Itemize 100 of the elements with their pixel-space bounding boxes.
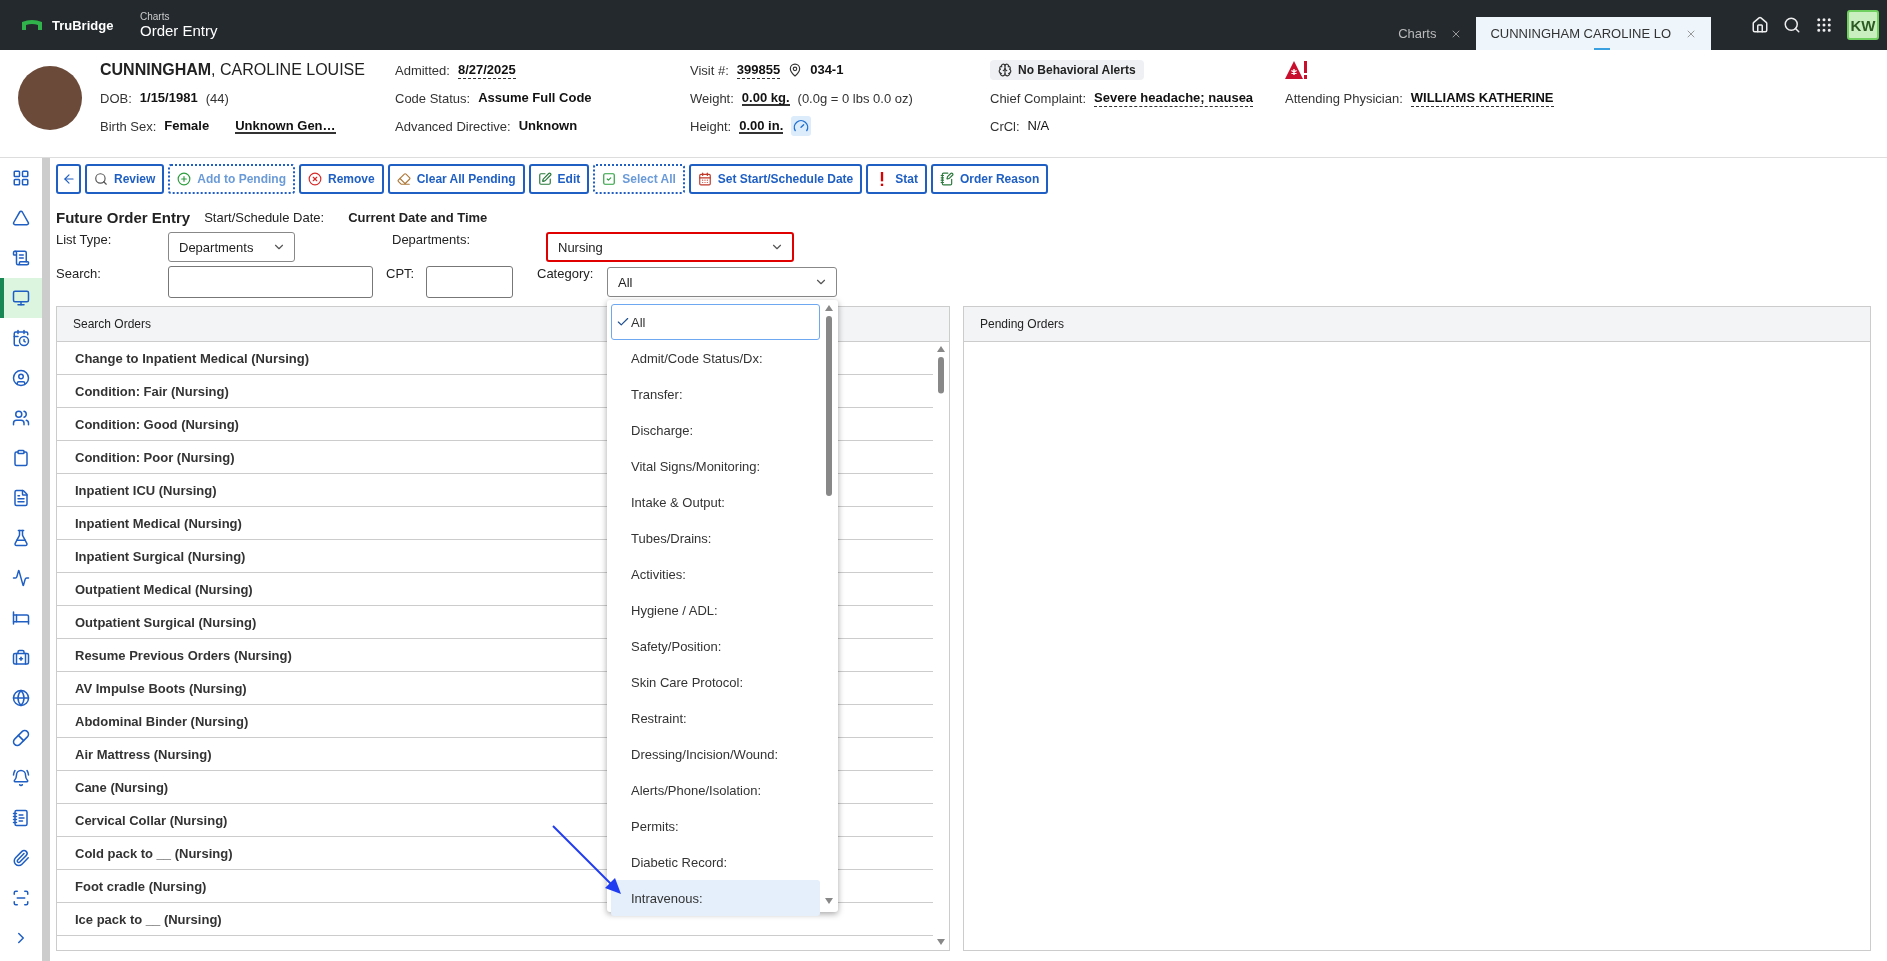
dropdown-option[interactable]: Permits: — [611, 808, 820, 844]
field-label: Advanced Directive: — [395, 118, 511, 134]
eraser-icon — [396, 172, 411, 186]
dropdown-option[interactable]: Diabetic Record: — [611, 844, 820, 880]
dropdown-field[interactable]: Nursing — [546, 232, 794, 262]
checkbox-icon — [602, 172, 617, 186]
globe-icon — [12, 689, 30, 707]
x-circle-icon — [308, 172, 322, 186]
order-item[interactable]: Air Mattress (Nursing) — [75, 746, 212, 762]
field-value: Assume Full Code — [478, 90, 592, 106]
field-label: Birth Sex: — [100, 118, 157, 134]
order-item[interactable]: Cold pack to __ (Nursing) — [75, 845, 233, 861]
back-button[interactable] — [56, 164, 81, 194]
dropdown-option[interactable]: Transfer: — [611, 376, 820, 412]
dropdown-option[interactable]: Safety/Position: — [611, 628, 820, 664]
field-value[interactable]: Unknown Gen… — [235, 118, 336, 134]
toolbar-button[interactable]: Edit — [528, 164, 590, 194]
dropdown-field[interactable]: Departments — [168, 232, 295, 262]
toolbar-button[interactable]: Set Start/Schedule Date — [688, 164, 863, 194]
field-link[interactable]: 8/27/2025 — [457, 61, 516, 79]
field-label: Search: — [56, 265, 102, 281]
pulse-icon — [12, 569, 30, 587]
order-item[interactable]: Foot cradle (Nursing) — [75, 878, 207, 894]
tab[interactable]: Charts — [1384, 17, 1477, 50]
field-value[interactable]: 0.00 kg. — [741, 90, 790, 106]
order-item[interactable]: Condition: Fair (Nursing) — [75, 383, 229, 399]
dropdown-option[interactable]: Intake & Output: — [611, 484, 820, 520]
dropdown-option[interactable]: Vital Signs/Monitoring: — [611, 448, 820, 484]
field-link[interactable]: 399855 — [736, 61, 781, 79]
field-note: (44) — [205, 90, 229, 106]
alert-icon[interactable] — [1285, 60, 1309, 80]
order-item[interactable]: Ice pack to __ (Nursing) — [75, 911, 222, 927]
user-avatar[interactable]: KW — [1847, 10, 1879, 40]
field-value[interactable]: 0.00 in. — [739, 118, 784, 134]
calendar-icon — [697, 172, 712, 186]
medical-kit-icon — [12, 649, 30, 667]
order-item[interactable]: Change to Inpatient Medical (Nursing) — [75, 350, 309, 366]
people-icon — [12, 409, 30, 427]
toolbar-button[interactable]: Stat — [866, 164, 927, 194]
edit-icon — [537, 172, 552, 186]
document-icon — [12, 489, 30, 507]
notebook-pen-icon — [939, 172, 954, 186]
page-title: Order Entry — [140, 22, 218, 39]
dropdown-option[interactable]: Tubes/Drains: — [611, 520, 820, 556]
order-item[interactable]: Abdominal Binder (Nursing) — [75, 713, 249, 729]
field-value: Unknown — [518, 118, 578, 134]
field-label: Code Status: — [395, 90, 471, 106]
dropdown-option[interactable]: Intravenous: — [611, 880, 820, 916]
toolbar-button[interactable]: Clear All Pending — [387, 164, 525, 194]
field-label: DOB: — [100, 90, 132, 106]
dropdown-option[interactable]: Admit/Code Status/Dx: — [611, 340, 820, 376]
dropdown-option[interactable]: Discharge: — [611, 412, 820, 448]
field-label: List Type: — [56, 231, 113, 247]
toolbar-button[interactable]: Review — [85, 164, 165, 194]
order-item[interactable]: Outpatient Surgical (Nursing) — [75, 614, 257, 630]
field-value: 1/15/1981 — [139, 90, 198, 106]
code-field[interactable] — [426, 266, 513, 298]
dropdown-option[interactable]: Skin Care Protocol: — [611, 664, 820, 700]
toolbar-button[interactable]: Remove — [299, 164, 384, 194]
form-title: Future Order Entry — [56, 208, 191, 226]
field-label: CrCl: — [990, 118, 1020, 134]
user-circle-icon — [12, 369, 30, 387]
triangle-icon — [12, 209, 30, 227]
search-icon[interactable] — [1783, 16, 1801, 34]
dropdown-option[interactable]: Restraint: — [611, 700, 820, 736]
field-label: Start/Schedule Date: — [204, 209, 325, 225]
home-icon[interactable] — [1751, 16, 1769, 34]
patient-name: CUNNINGHAM, CAROLINE LOUISE — [100, 61, 365, 79]
breadcrumb[interactable]: Charts — [140, 11, 218, 22]
dropdown-option[interactable]: Activities: — [611, 556, 820, 592]
behavioral-alerts-badge[interactable]: No Behavioral Alerts — [990, 60, 1144, 80]
order-item[interactable]: AV Impulse Boots (Nursing) — [75, 680, 247, 696]
order-item[interactable]: Inpatient Surgical (Nursing) — [75, 548, 246, 564]
order-item[interactable]: Resume Previous Orders (Nursing) — [75, 647, 292, 663]
sidebar-item[interactable] — [0, 278, 42, 318]
order-item[interactable]: Inpatient ICU (Nursing) — [75, 482, 217, 498]
dropdown-option[interactable]: Alerts/Phone/Isolation: — [611, 772, 820, 808]
order-item[interactable]: Cervical Collar (Nursing) — [75, 812, 228, 828]
field-link[interactable]: Severe headache; nausea — [1094, 89, 1254, 107]
order-item[interactable]: Condition: Poor (Nursing) — [75, 449, 235, 465]
clipboard-icon — [12, 449, 30, 467]
location-pin-icon — [788, 63, 803, 77]
gauge-button[interactable] — [791, 116, 812, 136]
order-item[interactable]: Outpatient Medical (Nursing) — [75, 581, 253, 597]
toolbar-button[interactable]: Order Reason — [930, 164, 1049, 194]
location-value: 034-1 — [810, 62, 844, 78]
apps-grid-icon[interactable] — [1815, 16, 1833, 34]
search-field[interactable] — [168, 266, 373, 298]
order-item[interactable]: Inpatient Medical (Nursing) — [75, 515, 242, 531]
order-item[interactable]: Cane (Nursing) — [75, 779, 169, 795]
plus-circle-icon — [177, 172, 192, 186]
field-label: Weight: — [690, 90, 734, 106]
dropdown-field[interactable]: All — [607, 267, 837, 297]
panel-title: Pending Orders — [980, 317, 1065, 331]
dropdown-option[interactable]: All — [611, 304, 820, 340]
dropdown-option[interactable]: Hygiene / ADL: — [611, 592, 820, 628]
order-item[interactable]: Condition: Good (Nursing) — [75, 416, 239, 432]
tab[interactable]: CUNNINGHAM CAROLINE LO — [1476, 17, 1711, 50]
field-link[interactable]: WILLIAMS KATHERINE — [1410, 89, 1554, 107]
dropdown-option[interactable]: Dressing/Incision/Wound: — [611, 736, 820, 772]
